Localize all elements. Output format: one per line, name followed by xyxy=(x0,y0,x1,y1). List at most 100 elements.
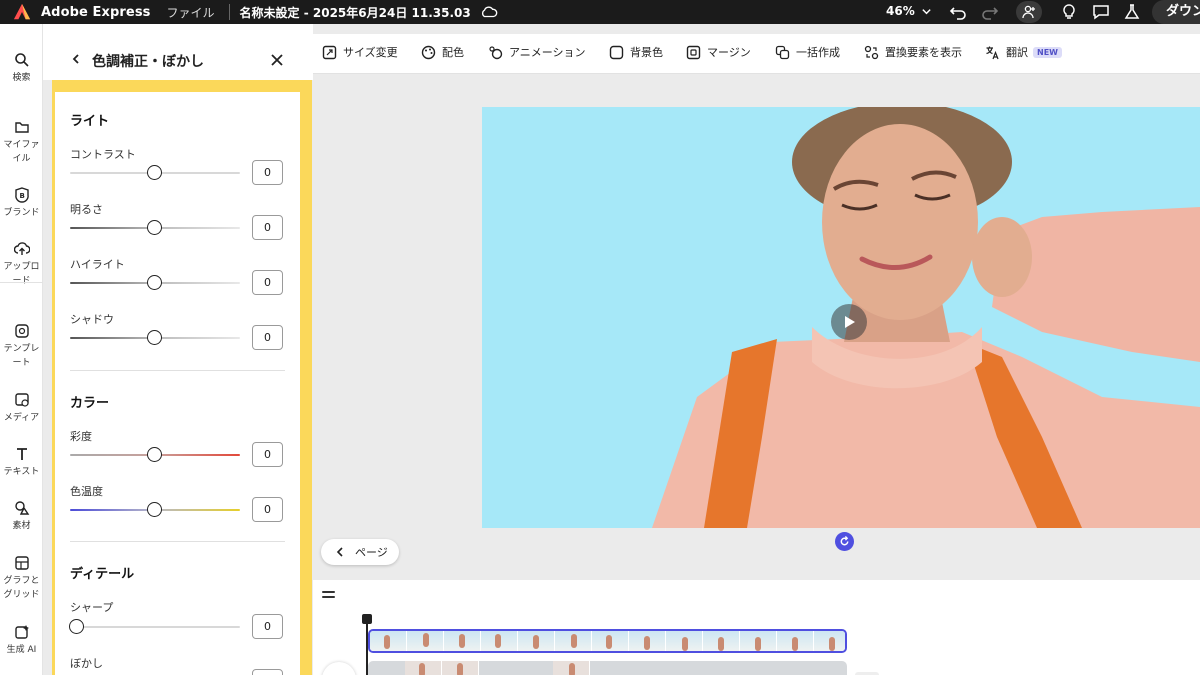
play-button[interactable] xyxy=(831,304,867,340)
sharpen-label: シャープ xyxy=(70,601,114,614)
toolbar-label: マージン xyxy=(707,46,751,59)
shadow-slider-thumb[interactable] xyxy=(147,330,162,345)
rail-item-elements[interactable]: 素材 xyxy=(0,500,43,533)
brightness-slider-thumb[interactable] xyxy=(147,220,162,235)
margin-icon xyxy=(686,45,701,59)
brightness-label: 明るさ xyxy=(70,203,103,216)
temperature-value-field[interactable]: 0 xyxy=(252,497,283,522)
animation-icon xyxy=(489,45,503,59)
toolbar-resize[interactable]: サイズ変更 xyxy=(322,44,398,60)
rail-label: テンプレート xyxy=(3,344,40,368)
document-title[interactable]: 名称未設定 - 2025年6月24日 11.35.03 xyxy=(240,4,471,21)
toolbar-color-scheme[interactable]: 配色 xyxy=(421,44,464,60)
folder-icon xyxy=(14,122,29,133)
replace-icon xyxy=(864,45,879,59)
highlight-value-field[interactable]: 0 xyxy=(252,270,283,295)
add-user-icon xyxy=(1022,5,1035,19)
rail-item-generative-ai[interactable]: 生成 AI xyxy=(0,624,43,657)
timeline-collapse-icon[interactable] xyxy=(322,591,335,599)
rail-divider xyxy=(0,282,43,283)
toolbar-label: 一括作成 xyxy=(796,46,840,59)
ai-icon xyxy=(14,625,29,639)
rail-item-upload[interactable]: アップロード xyxy=(0,241,43,288)
brand-icon: B xyxy=(14,187,29,203)
upload-icon xyxy=(13,242,30,255)
highlight-slider-thumb[interactable] xyxy=(147,275,162,290)
rail-label: ブランド xyxy=(3,208,40,218)
translate-icon xyxy=(986,46,999,59)
chevron-left-icon xyxy=(336,547,343,557)
toolbar-animation[interactable]: アニメーション xyxy=(488,44,586,60)
rail-item-media[interactable]: メディア xyxy=(0,392,43,425)
toolbar-label: アニメーション xyxy=(509,46,586,59)
resize-icon xyxy=(322,45,337,59)
saturation-slider-thumb[interactable] xyxy=(147,447,162,462)
download-button[interactable]: ダウン xyxy=(1152,0,1200,24)
brightness-value-field[interactable]: 0 xyxy=(252,215,283,240)
comment-icon[interactable] xyxy=(1092,3,1110,21)
section-title-light: ライト xyxy=(70,114,110,129)
toolbar-translate[interactable]: 翻訳 NEW xyxy=(985,44,1062,60)
shadow-value-field[interactable]: 0 xyxy=(252,325,283,350)
contrast-slider-thumb[interactable] xyxy=(147,165,162,180)
invite-button[interactable] xyxy=(1016,1,1042,23)
section-title-color: カラー xyxy=(70,396,110,411)
sharpen-value-field[interactable]: 0 xyxy=(252,614,283,639)
toolbar-label: 配色 xyxy=(442,46,464,59)
background-color-icon xyxy=(609,45,624,59)
video-clip-track-selected[interactable] xyxy=(368,629,847,653)
sharpen-slider-track[interactable] xyxy=(70,626,240,628)
lightbulb-icon[interactable] xyxy=(1060,3,1078,21)
file-menu[interactable]: ファイル xyxy=(167,4,215,21)
grid-icon xyxy=(14,556,29,570)
chevron-down-icon[interactable] xyxy=(921,6,932,17)
toolbar-margin[interactable]: マージン xyxy=(686,44,751,60)
toolbar-label: 置換要素を表示 xyxy=(885,46,962,59)
rail-item-my-files[interactable]: マイファイル xyxy=(0,119,43,166)
rotate-button[interactable] xyxy=(835,532,854,551)
rail-item-brand[interactable]: B ブランド xyxy=(0,187,43,220)
rail-label: 生成 AI xyxy=(6,645,37,655)
toolbar-bulk-create[interactable]: 一括作成 xyxy=(775,44,840,60)
toolbar-show-replaceable[interactable]: 置換要素を表示 xyxy=(864,44,962,60)
svg-text:B: B xyxy=(19,192,24,200)
saturation-value-field[interactable]: 0 xyxy=(252,442,283,467)
divider xyxy=(228,4,230,20)
undo-icon[interactable] xyxy=(949,3,967,21)
rail-item-text[interactable]: テキスト xyxy=(0,446,43,479)
rail-label: アップロード xyxy=(3,262,40,286)
pages-label: ページ xyxy=(355,546,388,559)
app-name: Adobe Express xyxy=(41,4,151,20)
temperature-slider-thumb[interactable] xyxy=(147,502,162,517)
adobe-express-logo-icon[interactable] xyxy=(13,3,31,21)
palette-icon xyxy=(421,45,436,59)
rail-label: テキスト xyxy=(3,467,40,477)
contrast-value-field[interactable]: 0 xyxy=(252,160,283,185)
toolbar-label: サイズ変更 xyxy=(343,46,398,59)
panel-title: 色調補正・ぼかし xyxy=(92,54,204,70)
zoom-level[interactable]: 46% xyxy=(886,4,915,18)
rotate-icon xyxy=(840,536,849,546)
elements-icon xyxy=(14,501,29,515)
redo-icon[interactable] xyxy=(981,3,999,21)
rail-item-templates[interactable]: テンプレート xyxy=(0,323,43,370)
video-clip-track[interactable] xyxy=(368,661,847,675)
cloud-icon[interactable] xyxy=(480,5,498,19)
rail-label: マイファイル xyxy=(3,140,40,164)
sharpen-slider-thumb[interactable] xyxy=(69,619,84,634)
back-icon[interactable] xyxy=(70,53,82,65)
section-title-detail: ディテール xyxy=(70,567,135,582)
toolbar-background-color[interactable]: 背景色 xyxy=(609,44,663,60)
section-divider xyxy=(70,541,285,542)
blur-label: ぼかし xyxy=(70,657,103,670)
flask-icon[interactable] xyxy=(1123,3,1141,21)
blur-value-field[interactable]: 0 xyxy=(252,669,283,675)
rail-label: 素材 xyxy=(12,521,31,531)
rail-item-search[interactable]: 検索 xyxy=(0,52,43,85)
close-icon[interactable] xyxy=(270,53,284,67)
search-icon xyxy=(14,53,29,67)
pages-button[interactable]: ページ xyxy=(321,539,399,565)
toolbar-label: 翻訳 xyxy=(1006,46,1028,59)
rail-item-graphs-grids[interactable]: グラフとグリッド xyxy=(0,555,43,602)
temperature-label: 色温度 xyxy=(70,485,103,498)
